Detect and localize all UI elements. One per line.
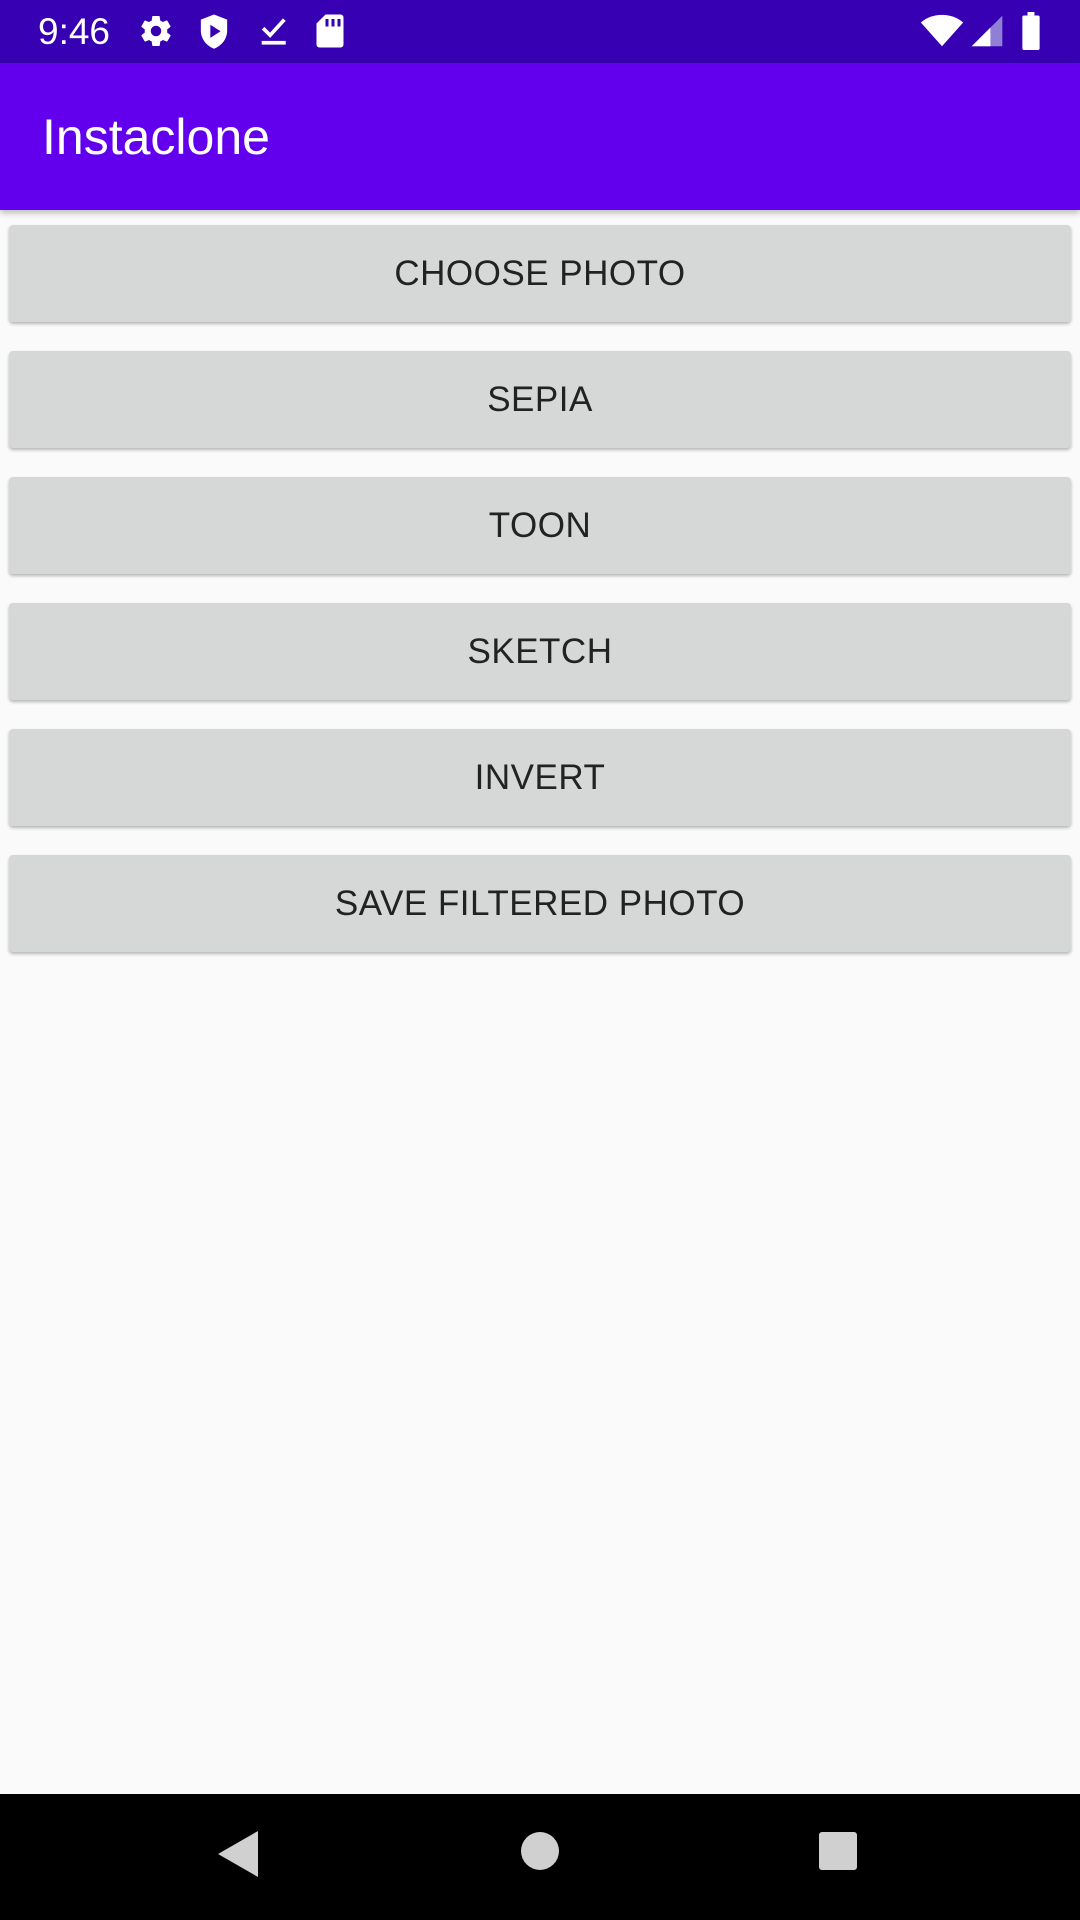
recents-icon[interactable] [817, 1830, 859, 1872]
wifi-icon [920, 14, 964, 48]
app-bar: Instaclone [0, 63, 1080, 210]
navigation-bar [0, 1794, 1080, 1920]
gear-icon [138, 13, 174, 49]
download-done-icon [256, 13, 290, 49]
toon-button[interactable]: TOON [9, 477, 1071, 574]
shield-play-icon [196, 13, 232, 51]
sd-card-icon [314, 13, 346, 49]
battery-icon [1020, 12, 1042, 50]
save-filtered-photo-button[interactable]: SAVE FILTERED PHOTO [9, 855, 1071, 952]
sepia-button[interactable]: SEPIA [9, 351, 1071, 448]
choose-photo-button[interactable]: CHOOSE PHOTO [9, 225, 1071, 322]
back-icon[interactable] [216, 1829, 260, 1879]
status-time: 9:46 [38, 11, 111, 52]
cell-signal-icon [970, 14, 1004, 48]
status-bar: 9:46 [0, 0, 1080, 63]
sketch-button[interactable]: SKETCH [9, 603, 1071, 700]
invert-button[interactable]: INVERT [9, 729, 1071, 826]
app-title: Instaclone [42, 109, 270, 165]
home-icon[interactable] [519, 1830, 561, 1872]
filter-button-list: CHOOSE PHOTO SEPIA TOON SKETCH INVERT SA… [0, 210, 1080, 1794]
